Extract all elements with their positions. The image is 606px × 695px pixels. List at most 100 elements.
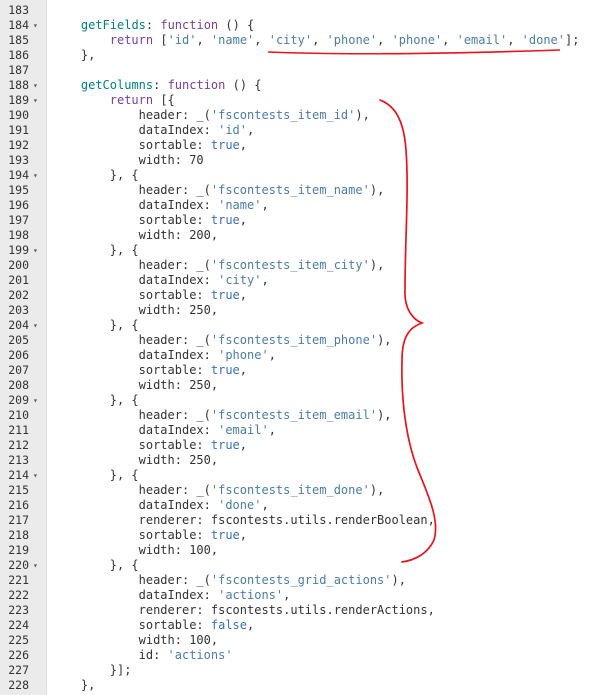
code-line[interactable]: 218 sortable: true, xyxy=(0,528,606,543)
fold-arrow-icon[interactable]: ▾ xyxy=(33,318,38,333)
code-token: , xyxy=(261,198,269,212)
fold-arrow-icon[interactable]: ▾ xyxy=(33,93,38,108)
code-line[interactable]: 192 sortable: true, xyxy=(0,138,606,153)
code-token: , xyxy=(239,138,248,152)
line-number: 228 xyxy=(8,678,29,692)
code-token: true xyxy=(210,288,240,302)
code-line[interactable]: 186}, xyxy=(0,48,606,63)
code-token: 'fscontests_item_name' xyxy=(210,183,370,197)
code-line[interactable]: 228}, xyxy=(0,678,606,693)
code-text: }, { xyxy=(110,318,139,333)
code-line[interactable]: 224 sortable: false, xyxy=(0,618,606,633)
code-line[interactable]: 220 ▾}, { xyxy=(0,558,606,573)
fold-arrow-icon[interactable]: ▾ xyxy=(33,168,38,183)
code-line[interactable]: 225 width: 100, xyxy=(0,633,606,648)
code-text: }, { xyxy=(110,393,139,408)
code-token: width xyxy=(138,378,175,392)
line-number: 206 xyxy=(8,348,29,362)
code-line[interactable]: 190 header: _('fscontests_item_id'), xyxy=(0,108,606,123)
code-line[interactable]: 213 width: 250, xyxy=(0,453,606,468)
code-line[interactable]: 210 header: _('fscontests_item_email'), xyxy=(0,408,606,423)
code-line[interactable]: 209 ▾}, { xyxy=(0,393,606,408)
code-line[interactable]: 205 header: _('fscontests_item_phone'), xyxy=(0,333,606,348)
line-number: 190 xyxy=(8,108,29,122)
code-text: width: 100, xyxy=(139,633,219,648)
code-token: ), xyxy=(391,573,406,587)
code-text: sortable: true, xyxy=(139,528,247,543)
line-number: 202 xyxy=(8,288,29,302)
line-number: 189 xyxy=(8,93,29,107)
code-line[interactable]: 219 width: 100, xyxy=(0,543,606,558)
line-number: 193 xyxy=(8,153,29,167)
code-line[interactable]: 183 xyxy=(0,3,606,18)
code-line[interactable]: 226 id: 'actions' xyxy=(0,648,606,663)
code-line[interactable]: 206 dataIndex: 'phone', xyxy=(0,348,606,363)
code-line[interactable]: 204 ▾ }, { xyxy=(0,318,606,333)
code-line[interactable]: 189 ▾ return [{ xyxy=(0,93,606,108)
code-token: header xyxy=(138,258,182,272)
code-token: [{ xyxy=(153,93,175,107)
code-line[interactable]: 211 dataIndex: 'email', xyxy=(0,423,606,438)
fold-arrow-icon[interactable]: ▾ xyxy=(33,78,38,93)
code-text: header: _('fscontests_item_phone'), xyxy=(139,333,392,348)
code-token: , xyxy=(210,303,219,317)
code-line[interactable]: 188 ▾ getColumns: function () { xyxy=(0,78,606,93)
fold-arrow-icon[interactable]: ▾ xyxy=(33,243,38,258)
code-token: getFields xyxy=(80,18,146,32)
code-token: : xyxy=(203,123,219,137)
code-token: }, xyxy=(80,678,96,692)
code-text: sortable: true, xyxy=(139,213,247,228)
code-text: getColumns: function () { xyxy=(81,78,262,93)
code-line[interactable]: 199 ▾}, { xyxy=(0,243,606,258)
fold-arrow-icon[interactable]: ▾ xyxy=(33,558,38,573)
code-line[interactable]: 223 renderer: fscontests.utils.renderActi… xyxy=(0,603,606,618)
code-token: 'name' xyxy=(210,33,255,47)
code-token: , xyxy=(196,33,211,47)
code-line[interactable]: 207 sortable: true, xyxy=(0,363,606,378)
line-number: 198 xyxy=(8,228,29,242)
code-line[interactable]: 184 ▾ getFields: function () { xyxy=(0,18,606,33)
code-line[interactable]: 222 dataIndex: 'actions', xyxy=(0,588,606,603)
line-number: 194 xyxy=(8,168,29,182)
code-line[interactable]: 200 header: _('fscontests_item_city'), xyxy=(0,258,606,273)
code-line[interactable]: 217 renderer: fscontests.utils.renderBool… xyxy=(0,513,606,528)
code-line[interactable]: 196 dataIndex: 'name', xyxy=(0,198,606,213)
code-token: }]; xyxy=(109,663,132,677)
code-line[interactable]: 191 dataIndex: 'id', xyxy=(0,123,606,138)
code-editor[interactable]: 183 184 ▾ getFields: function () {185 return… xyxy=(0,0,606,695)
code-token: , xyxy=(247,618,255,632)
code-line[interactable]: 202 sortable: true, xyxy=(0,288,606,303)
code-token: , xyxy=(268,348,276,362)
code-line[interactable]: 197 sortable: true, xyxy=(0,213,606,228)
fold-arrow-icon[interactable]: ▾ xyxy=(33,393,38,408)
code-token: : xyxy=(196,288,211,302)
code-line[interactable]: 185 return ['id', 'name', 'city', 'phone'… xyxy=(0,33,606,48)
code-line[interactable]: 198 width: 200, xyxy=(0,228,606,243)
code-token: 'city' xyxy=(218,273,262,287)
code-line[interactable]: 215 header: _('fscontests_item_done'), xyxy=(0,483,606,498)
code-line[interactable]: 203 width: 250, xyxy=(0,303,606,318)
code-line[interactable]: 208 width: 250, xyxy=(0,378,606,393)
code-line[interactable]: 221 header: _('fscontests_grid_actions'), xyxy=(0,573,606,588)
line-number: 187 xyxy=(8,63,29,77)
code-token: , xyxy=(239,213,248,227)
code-token: , xyxy=(442,33,457,47)
code-text: dataIndex: 'name', xyxy=(139,198,269,213)
code-line[interactable]: 193 width: 70 xyxy=(0,153,606,168)
fold-arrow-icon[interactable]: ▾ xyxy=(33,18,38,33)
code-line[interactable]: 212 sortable: true, xyxy=(0,438,606,453)
code-token: ), xyxy=(369,258,385,272)
code-line[interactable]: 195 header: _('fscontests_item_name'), xyxy=(0,183,606,198)
code-token: true xyxy=(210,363,240,377)
code-line[interactable]: 201 dataIndex: 'city', xyxy=(0,273,606,288)
line-number: 204 xyxy=(8,318,29,332)
fold-arrow-icon[interactable]: ▾ xyxy=(33,468,38,483)
code-line[interactable]: 227}]; xyxy=(0,663,606,678)
code-line[interactable]: 187 xyxy=(0,63,606,78)
code-line[interactable]: 194 ▾}, { xyxy=(0,168,606,183)
code-text: }, xyxy=(81,678,95,693)
code-token: header xyxy=(138,573,182,587)
code-line[interactable]: 214 ▾}, { xyxy=(0,468,606,483)
code-line[interactable]: 216 dataIndex: 'done', xyxy=(0,498,606,513)
code-token: 'done' xyxy=(521,33,565,47)
